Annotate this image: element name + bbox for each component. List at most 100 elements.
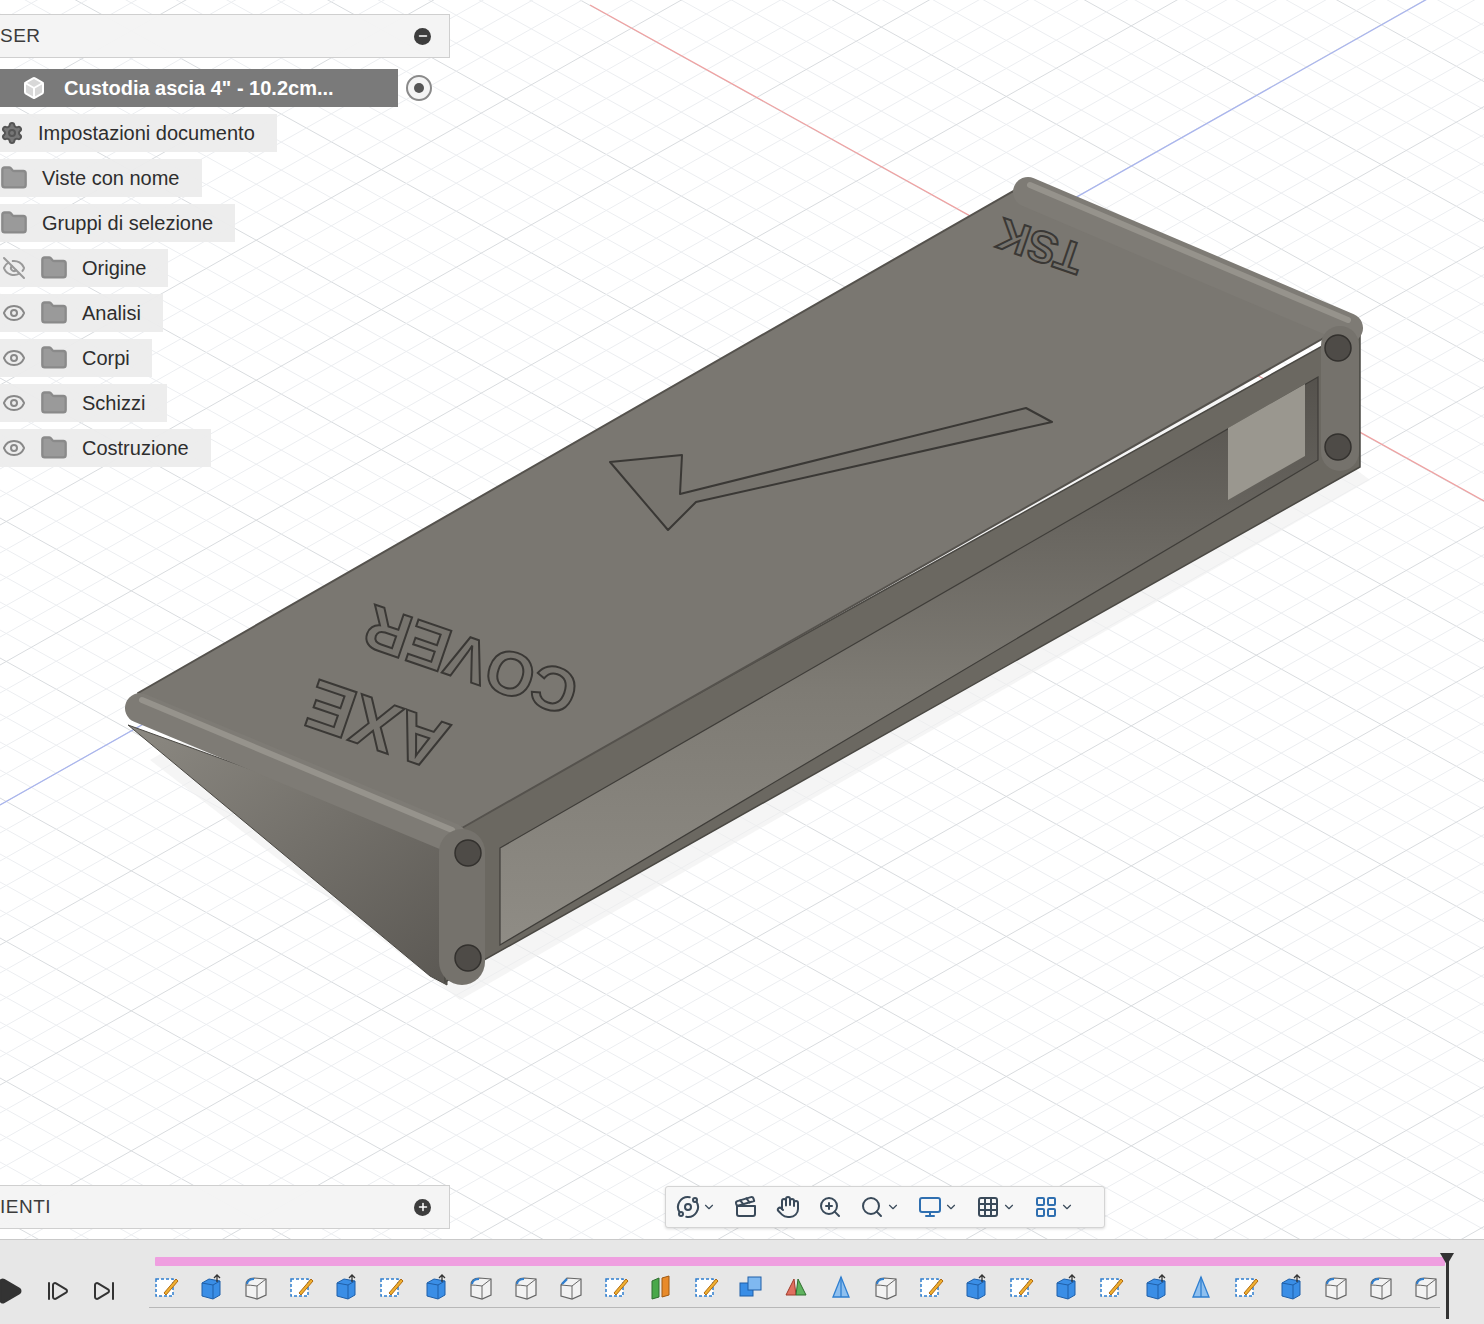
- pin-hole: [455, 840, 481, 866]
- grid-button[interactable]: [976, 1195, 1016, 1219]
- timeline-controls: [0, 1276, 149, 1306]
- grid-line: [0, 135, 1484, 973]
- grid-line: [0, 1050, 1484, 1239]
- fillet-feature-icon[interactable]: [242, 1273, 270, 1301]
- browser-item[interactable]: Schizzi: [0, 384, 167, 422]
- extrude-feature-icon[interactable]: [1142, 1273, 1170, 1301]
- grid-line: [0, 947, 1484, 1239]
- sketch-feature-icon[interactable]: [377, 1273, 405, 1301]
- fit-button[interactable]: [860, 1195, 900, 1219]
- plus-icon: [417, 1201, 429, 1213]
- grid-line: [0, 882, 1484, 1239]
- pin-hole: [455, 945, 481, 971]
- sketch-feature-icon[interactable]: [1097, 1273, 1125, 1301]
- browser-item[interactable]: Analisi: [0, 294, 163, 332]
- orbit-button[interactable]: [676, 1195, 716, 1219]
- browser-row-wrap: Custodia ascia 4" - 10.2cm...: [0, 69, 432, 107]
- browser-header: SER: [0, 14, 450, 58]
- zoom-in-icon: [818, 1195, 842, 1219]
- display-button[interactable]: [918, 1195, 958, 1219]
- grid-line: [0, 0, 1484, 77]
- eye-icon[interactable]: [2, 391, 26, 415]
- active-radio[interactable]: [406, 75, 432, 101]
- browser-item[interactable]: Costruzione: [0, 429, 211, 467]
- pin-hole: [1325, 434, 1351, 460]
- folder-icon: [40, 434, 68, 462]
- look-at-button[interactable]: [734, 1195, 758, 1219]
- inner-wall: [1228, 384, 1305, 500]
- zoom-button[interactable]: [818, 1195, 842, 1219]
- browser-item[interactable]: Origine: [0, 249, 168, 287]
- extrude-feature-icon[interactable]: [197, 1273, 225, 1301]
- fillet-feature-icon[interactable]: [1412, 1273, 1440, 1301]
- browser-item[interactable]: Impostazioni documento: [0, 114, 277, 152]
- magnifier-icon: [860, 1195, 884, 1219]
- sketch-feature-icon[interactable]: [917, 1273, 945, 1301]
- sketch-feature-icon[interactable]: [152, 1273, 180, 1301]
- eye-icon[interactable]: [2, 436, 26, 460]
- eye-hidden-icon[interactable]: [2, 256, 26, 280]
- step-forward-icon[interactable]: [46, 1279, 70, 1303]
- fillet-feature-icon[interactable]: [512, 1273, 540, 1301]
- sketch-feature-icon[interactable]: [1232, 1273, 1260, 1301]
- viewport-canvas[interactable]: AXECOVERTSK: [0, 0, 1484, 1239]
- mirror-feature-icon[interactable]: [827, 1273, 855, 1301]
- play-icon[interactable]: [0, 1276, 24, 1306]
- fillet-feature-icon[interactable]: [467, 1273, 495, 1301]
- fillet-feature-icon[interactable]: [1322, 1273, 1350, 1301]
- grid-line: [0, 359, 1484, 1197]
- grid-line: [0, 0, 1484, 357]
- browser-row-wrap: Corpi: [0, 339, 152, 377]
- viewports-button[interactable]: [1034, 1195, 1074, 1219]
- timeline-marker[interactable]: [1446, 1253, 1449, 1319]
- grid-line: [0, 163, 1484, 1001]
- viewport[interactable]: AXECOVERTSKSERCustodia ascia 4" - 10.2cm…: [0, 0, 1484, 1239]
- timeline-row: [0, 1273, 1484, 1308]
- grid-line: [0, 863, 1484, 1239]
- sketch-feature-icon[interactable]: [1007, 1273, 1035, 1301]
- model-text: COVER: [356, 592, 587, 729]
- extrude-feature-icon[interactable]: [332, 1273, 360, 1301]
- move-feature-icon[interactable]: [782, 1273, 810, 1301]
- model-text: TSK: [990, 209, 1089, 284]
- skip-to-end-icon[interactable]: [92, 1279, 116, 1303]
- fillet-feature-icon[interactable]: [1367, 1273, 1395, 1301]
- fillet-feature-icon[interactable]: [872, 1273, 900, 1301]
- folder-icon: [40, 254, 68, 282]
- sketch-feature-icon[interactable]: [287, 1273, 315, 1301]
- browser-item[interactable]: Gruppi di selezione: [0, 204, 235, 242]
- eye-icon[interactable]: [2, 301, 26, 325]
- grid-line: [0, 1171, 1484, 1239]
- expand-button[interactable]: [414, 1199, 431, 1216]
- chevron-down-icon: [1002, 1200, 1016, 1214]
- monitor-icon: [918, 1195, 942, 1219]
- grid-line: [0, 966, 1484, 1239]
- extrude-feature-icon[interactable]: [422, 1273, 450, 1301]
- grid-line: [0, 770, 1484, 1239]
- eye-icon[interactable]: [2, 346, 26, 370]
- browser-item-label: Viste con nome: [42, 167, 180, 190]
- extrude-feature-icon[interactable]: [1052, 1273, 1080, 1301]
- collapse-button[interactable]: [414, 28, 431, 45]
- browser-item[interactable]: Viste con nome: [0, 159, 202, 197]
- chamfer-feature-icon[interactable]: [557, 1273, 585, 1301]
- axe-cover-model[interactable]: AXECOVERTSK: [128, 185, 1370, 1000]
- combine-feature-icon[interactable]: [737, 1273, 765, 1301]
- extrude-feature-icon[interactable]: [962, 1273, 990, 1301]
- extrude-feature-icon[interactable]: [1277, 1273, 1305, 1301]
- browser-item-label: Analisi: [82, 302, 141, 325]
- chevron-down-icon: [702, 1200, 716, 1214]
- mirror-feature-icon[interactable]: [1187, 1273, 1215, 1301]
- pan-button[interactable]: [776, 1195, 800, 1219]
- grid-line: [0, 0, 1484, 301]
- navigation-toolbar: [665, 1186, 1105, 1228]
- split-feature-icon[interactable]: [647, 1273, 675, 1301]
- browser-item-label: Costruzione: [82, 437, 189, 460]
- sketch-feature-icon[interactable]: [692, 1273, 720, 1301]
- browser-item[interactable]: Custodia ascia 4" - 10.2cm...: [0, 69, 398, 107]
- grid-line: [0, 1143, 1484, 1239]
- folder-icon: [40, 344, 68, 372]
- sketch-feature-icon[interactable]: [602, 1273, 630, 1301]
- browser-item[interactable]: Corpi: [0, 339, 152, 377]
- chevron-down-icon: [944, 1200, 958, 1214]
